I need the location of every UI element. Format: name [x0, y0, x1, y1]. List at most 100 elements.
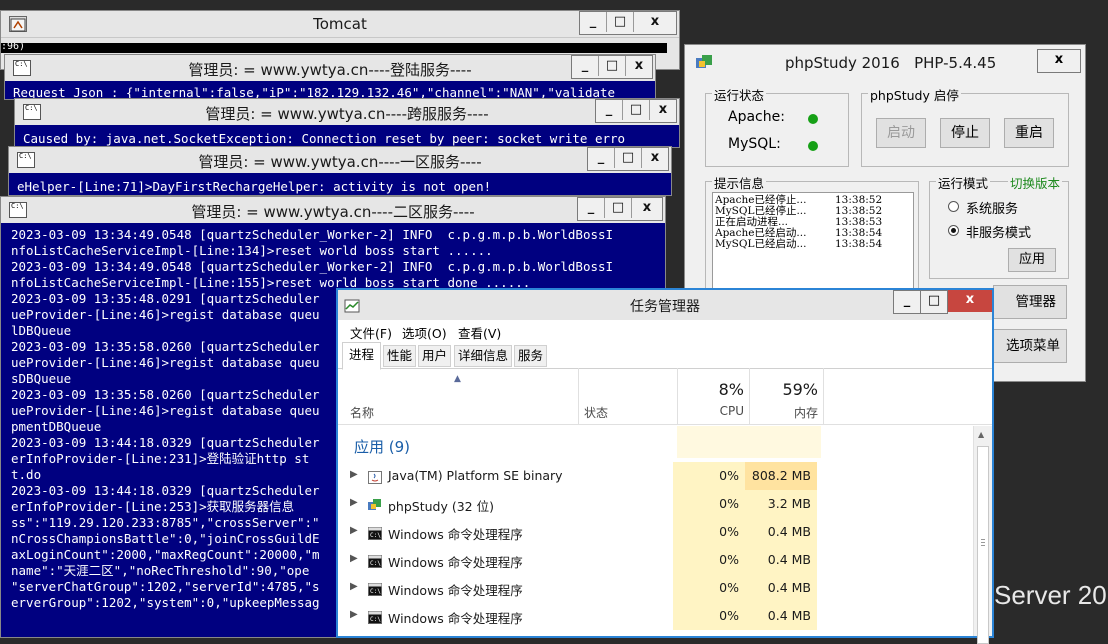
expand-arrow-icon[interactable]: ▶ [350, 525, 358, 536]
close-button[interactable]: x [642, 148, 668, 168]
options-menu-button[interactable]: 选项菜单 [993, 329, 1067, 363]
memory-percent: 59% [782, 380, 818, 399]
menu-view[interactable]: 查看(V) [458, 323, 501, 342]
maximize-button[interactable]: □ [921, 290, 948, 314]
mysql-label: MySQL: [728, 136, 781, 152]
apply-button[interactable]: 应用 [1008, 248, 1056, 272]
restart-button[interactable]: 重启 [1004, 118, 1054, 148]
menu-options[interactable]: 选项(O) [402, 323, 447, 342]
vertical-scrollbar[interactable]: ▲ [973, 426, 992, 644]
process-row[interactable]: ▶ C:\ Windows 命令处理程序 0% 0.4 MB [338, 602, 974, 630]
scroll-thumb[interactable] [977, 446, 989, 644]
log-entry: MySQL已经启动... 13:38:54 [715, 239, 913, 250]
system-service-radio[interactable] [948, 201, 959, 212]
close-button[interactable]: x [634, 12, 676, 32]
phpstudy-titlebar[interactable]: phpStudy 2016 PHP-5.4.45 x [685, 45, 1085, 79]
process-name: Windows 命令处理程序 [388, 611, 523, 626]
process-row[interactable]: ▶ phpStudy (32 位) 0% 3.2 MB [338, 490, 974, 518]
maximize-button[interactable]: □ [605, 198, 632, 218]
tab-processes[interactable]: 进程 [342, 342, 382, 370]
cmd-login-titlebar[interactable]: 管理员: = www.ywtya.cn----登陆服务---- _ □ x [5, 55, 655, 82]
tomcat-titlebar[interactable]: Tomcat _ □ x [1, 11, 679, 38]
process-memory: 808.2 MB [745, 462, 817, 490]
process-row[interactable]: ▶ C:\ Windows 命令处理程序 0% 0.4 MB [338, 546, 974, 574]
non-service-label: 非服务模式 [966, 226, 1032, 241]
process-memory: 0.4 MB [745, 518, 817, 546]
cpu-percent: 8% [718, 380, 744, 399]
mode-group-label: 运行模式 [936, 173, 991, 192]
cmd-zone2-title: 管理员: = www.ywtya.cn----二区服务---- [191, 203, 475, 221]
column-cpu[interactable]: CPU [678, 404, 744, 418]
cmd-zone2-controls: _ □ x [577, 197, 663, 221]
info-group: 提示信息 Apache已经停止... 13:38:52 MySQL已经停止... 13… [705, 173, 919, 295]
cmd-icon: C:\ [368, 553, 382, 568]
menu-file[interactable]: 文件(F) [350, 323, 392, 342]
expand-arrow-icon[interactable]: ▶ [350, 553, 358, 564]
process-row[interactable]: ▶ Java(TM) Platform SE binary 0% 808.2 MB [338, 462, 974, 490]
column-memory[interactable]: 内存 [750, 404, 818, 421]
minimize-button[interactable]: _ [578, 198, 605, 218]
maximize-button[interactable]: □ [607, 12, 634, 32]
system-service-label: 系统服务 [966, 202, 1019, 217]
cmd-zone2-titlebar[interactable]: 管理员: = www.ywtya.cn----二区服务---- _ □ x [1, 197, 665, 224]
svg-text:C:\: C:\ [370, 616, 381, 623]
process-name: Windows 命令处理程序 [388, 527, 523, 542]
cmd-window-cross[interactable]: 管理员: = www.ywtya.cn----跨服服务---- _ □ x Ca… [14, 98, 680, 148]
minimize-button[interactable]: _ [893, 290, 921, 314]
maximize-button[interactable]: □ [599, 56, 626, 76]
process-cpu: 0% [673, 574, 745, 602]
java-icon [368, 469, 382, 484]
expand-arrow-icon[interactable]: ▶ [350, 581, 358, 592]
process-row[interactable]: ▶ C:\ Windows 命令处理程序 0% 0.4 MB [338, 518, 974, 546]
cmd-login-controls: _ □ x [571, 55, 653, 79]
task-manager-titlebar[interactable]: 任务管理器 _ □ x [338, 290, 992, 320]
process-list: 应用 (9) ▶ Java(TM) Platform SE binary 0% 808… [338, 426, 974, 636]
phpstudy-icon [368, 497, 382, 510]
process-cpu: 0% [673, 490, 745, 518]
expand-arrow-icon[interactable]: ▶ [350, 609, 358, 620]
desktop-watermark: Server 20 [994, 580, 1107, 610]
svg-text:C:\: C:\ [370, 560, 381, 567]
close-button[interactable]: x [948, 290, 992, 312]
menu-bar: 文件(F) 选项(O) 查看(V) [338, 320, 992, 342]
cmd-cross-titlebar[interactable]: 管理员: = www.ywtya.cn----跨服服务---- _ □ x [15, 99, 679, 126]
tab-services[interactable]: 服务 [514, 345, 548, 367]
task-manager-window[interactable]: 任务管理器 _ □ x 文件(F) 选项(O) 查看(V) 进程 性能 用户 详… [336, 288, 994, 644]
expand-arrow-icon[interactable]: ▶ [350, 469, 358, 480]
cmd-zone1-titlebar[interactable]: 管理员: = www.ywtya.cn----一区服务---- _ □ x [9, 147, 671, 174]
maximize-button[interactable]: □ [623, 100, 650, 120]
tab-users[interactable]: 用户 [418, 345, 452, 367]
minimize-button[interactable]: _ [580, 12, 607, 32]
cmd-window-zone1[interactable]: 管理员: = www.ywtya.cn----一区服务---- _ □ x eH… [8, 146, 672, 196]
start-button[interactable]: 启动 [876, 118, 926, 148]
process-row[interactable]: ▶ C:\ Windows 命令处理程序 0% 0.4 MB [338, 574, 974, 602]
minimize-button[interactable]: _ [588, 148, 615, 168]
close-button[interactable]: x [1037, 49, 1081, 73]
process-cpu: 0% [673, 546, 745, 574]
manager-button[interactable]: 管理器 [993, 285, 1067, 319]
column-status[interactable]: 状态 [584, 404, 608, 421]
info-group-label: 提示信息 [712, 173, 767, 192]
column-name[interactable]: 名称 [350, 404, 374, 421]
minimize-button[interactable]: _ [596, 100, 623, 120]
non-service-radio[interactable] [948, 225, 959, 236]
cmd-zone1-controls: _ □ x [587, 147, 669, 171]
console-line: 2023-03-09 13:34:49.0548 [quartzSchedule… [11, 259, 614, 274]
sort-up-icon[interactable]: ▲ [454, 374, 461, 384]
cmd-window-login[interactable]: 管理员: = www.ywtya.cn----登陆服务---- _ □ x Re… [4, 54, 656, 100]
tab-details[interactable]: 详细信息 [454, 345, 513, 367]
close-button[interactable]: x [626, 56, 652, 76]
cmd-login-line: Request Json : {"internal":false,"iP":"1… [13, 85, 616, 99]
minimize-button[interactable]: _ [572, 56, 599, 76]
stop-button[interactable]: 停止 [940, 118, 990, 148]
status-group-label: 运行状态 [712, 85, 767, 104]
switch-version-link[interactable]: 切换版本 [1007, 173, 1062, 192]
svg-text:C:\: C:\ [370, 532, 381, 539]
close-button[interactable]: x [650, 100, 676, 120]
tab-performance[interactable]: 性能 [383, 345, 417, 367]
close-button[interactable]: x [632, 198, 662, 218]
maximize-button[interactable]: □ [615, 148, 642, 168]
scroll-up-icon[interactable]: ▲ [978, 430, 984, 439]
expand-arrow-icon[interactable]: ▶ [350, 497, 358, 508]
cmd-cross-controls: _ □ x [595, 99, 677, 123]
